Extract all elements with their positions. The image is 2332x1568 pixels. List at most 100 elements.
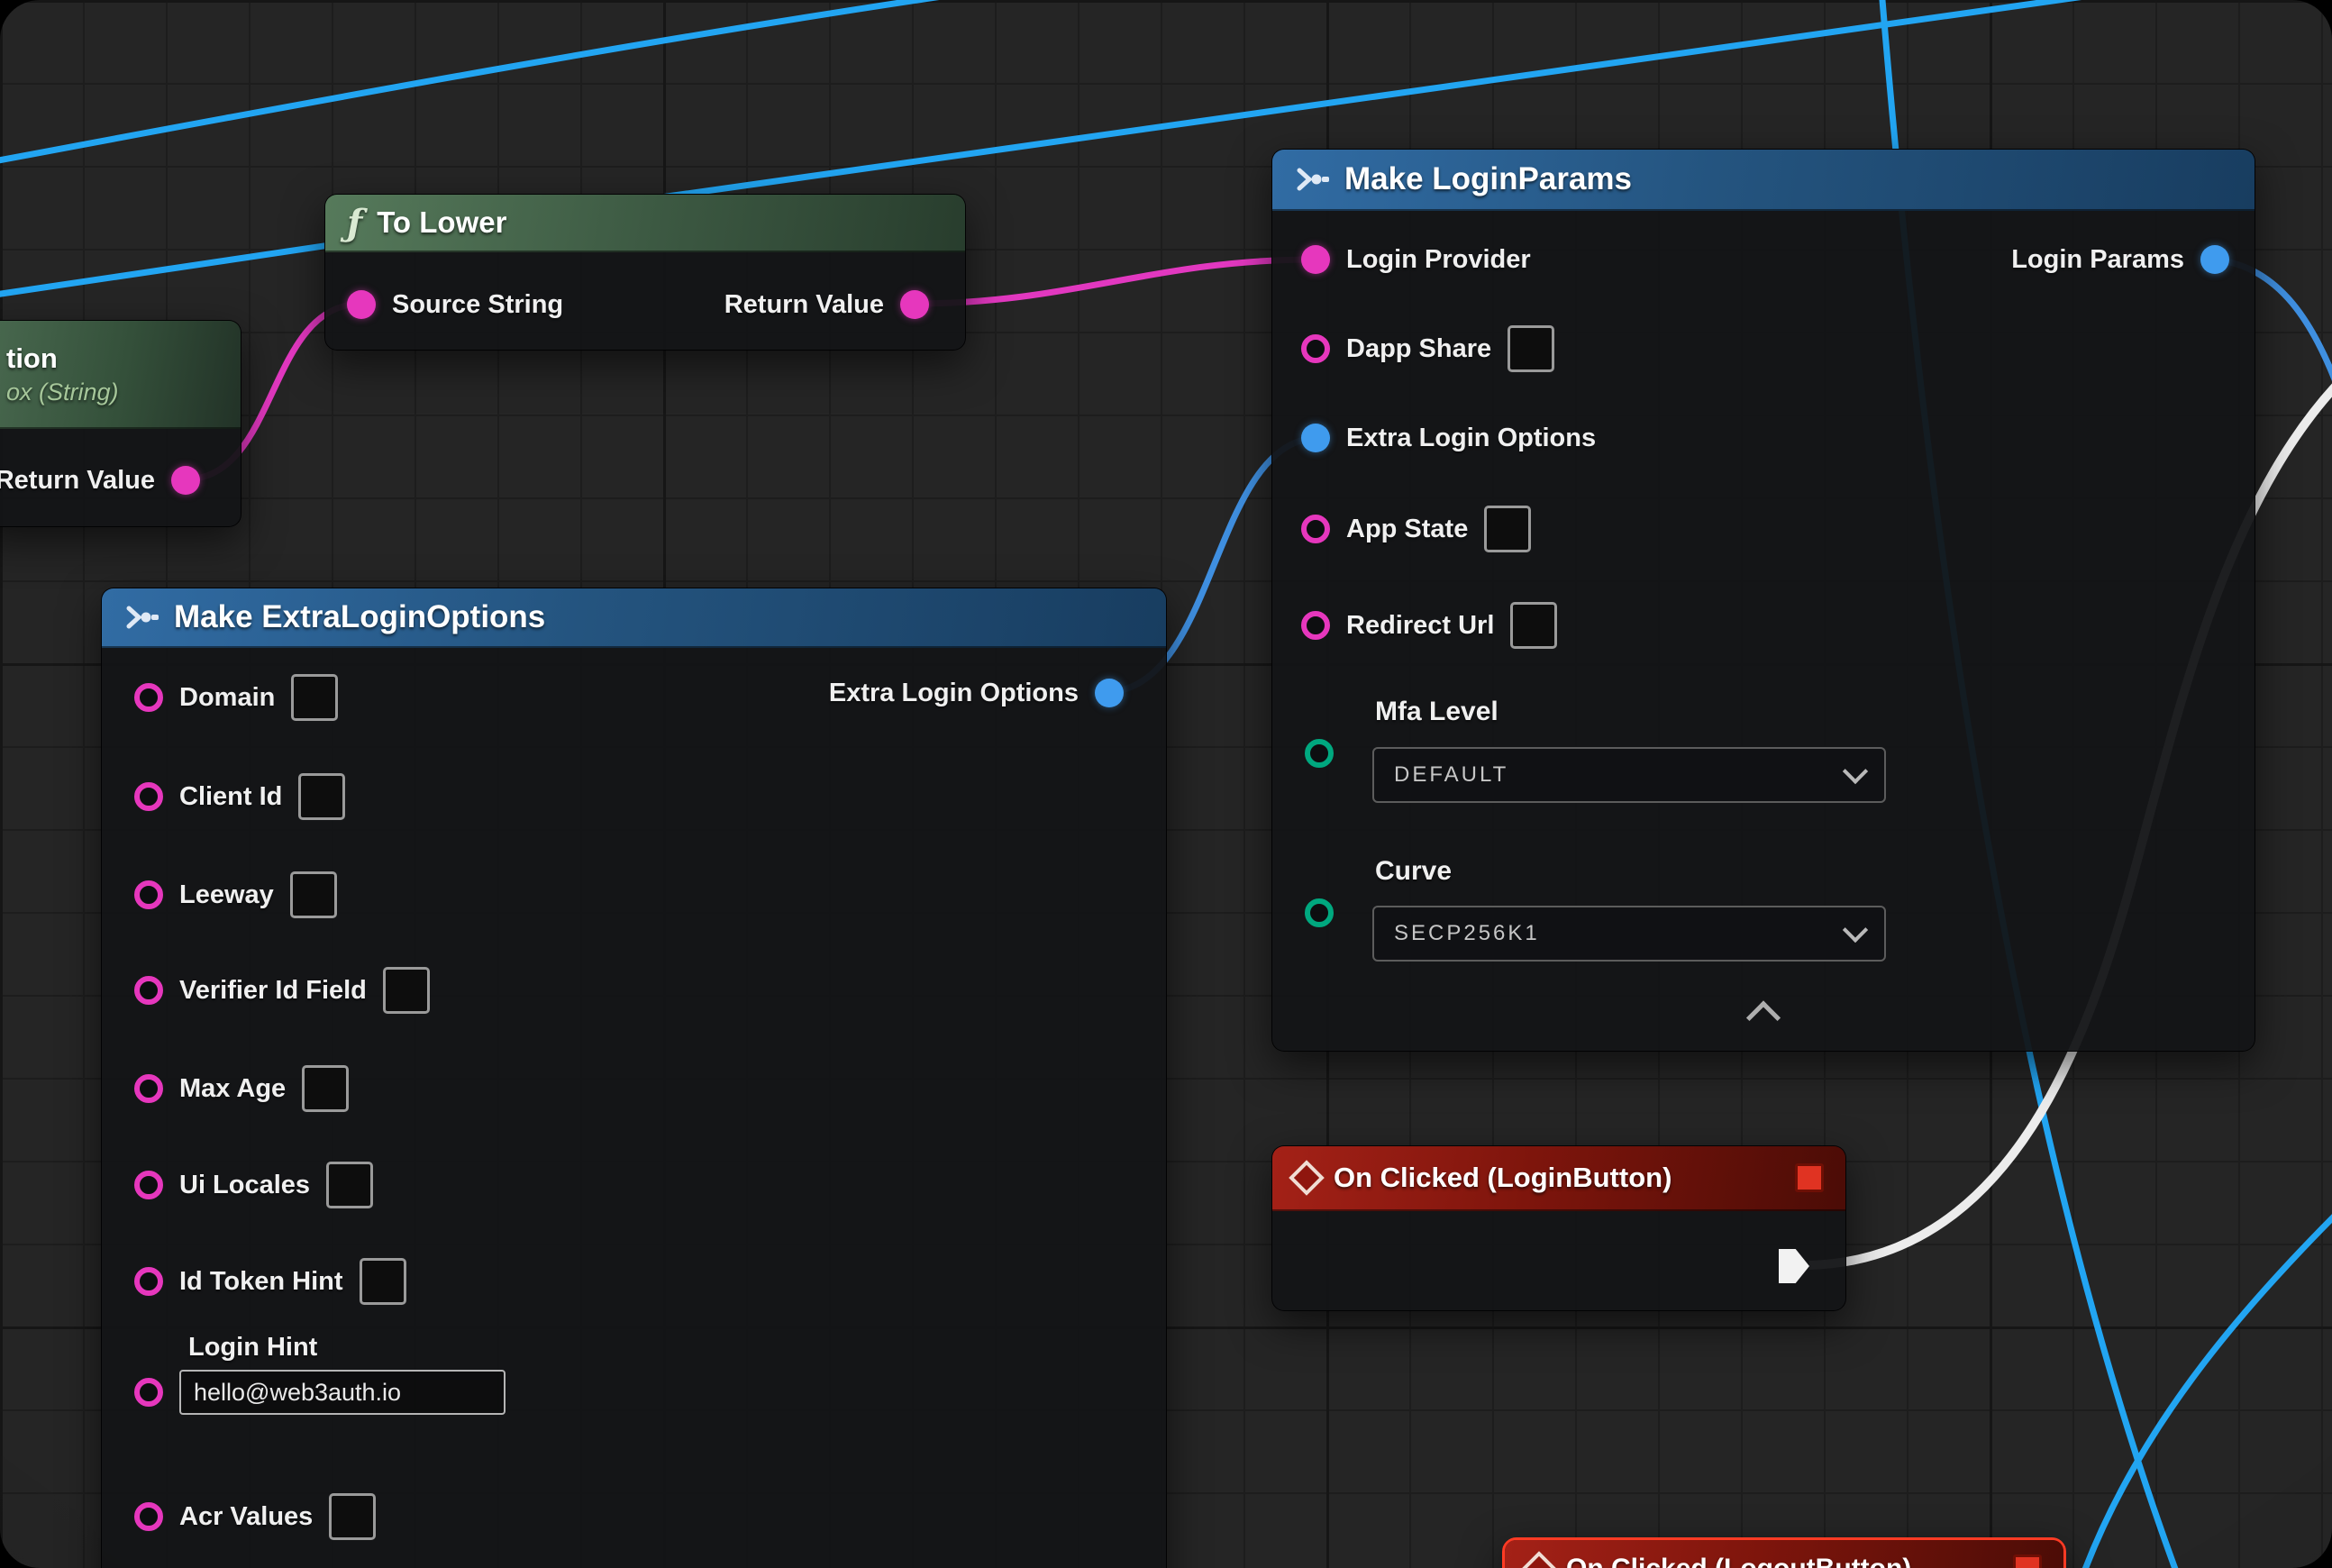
extra-login-options-output-row: Extra Login Options (829, 668, 1124, 718)
event-icon (1521, 1551, 1557, 1568)
pin-redirect-url[interactable] (1301, 611, 1330, 640)
collapse-node-button[interactable] (1752, 998, 1776, 1030)
wire-data-top-left-1[interactable] (0, 0, 991, 162)
on-clicked-login-header[interactable]: On Clicked (LoginButton) (1272, 1146, 1845, 1211)
pin-extra-login-options-out[interactable] (1095, 679, 1124, 707)
exec-pin-out[interactable] (1779, 1249, 1809, 1283)
on-clicked-logout-header[interactable]: On Clicked (LogoutButton) (1505, 1540, 2063, 1568)
pin-client-id[interactable] (134, 782, 163, 811)
pin-row-max-age: Max Age (134, 1063, 349, 1114)
id-token-hint-checkbox[interactable] (360, 1258, 406, 1305)
verifier-id-field-checkbox[interactable] (383, 967, 430, 1014)
client-id-checkbox[interactable] (298, 773, 345, 820)
pin-row-ui-locales: Ui Locales (134, 1160, 373, 1210)
acr-values-checkbox[interactable] (329, 1493, 376, 1540)
node-make-extra-login-options[interactable]: Make ExtraLoginOptions Extra Login Optio… (101, 588, 1167, 1568)
pin-label: Ui Locales (179, 1171, 310, 1200)
pin-login-provider[interactable] (1301, 245, 1330, 274)
chevron-down-icon (1843, 759, 1868, 784)
make-login-params-header[interactable]: Make LoginParams (1272, 150, 2255, 211)
pin-label: Max Age (179, 1074, 286, 1104)
redirect-url-checkbox[interactable] (1510, 602, 1557, 649)
domain-checkbox[interactable] (291, 674, 338, 721)
node-make-login-params[interactable]: Make LoginParams Login Params Login Prov… (1271, 149, 2255, 1052)
node-on-clicked-login-button[interactable]: On Clicked (LoginButton) (1271, 1145, 1846, 1311)
mfa-level-label: Mfa Level (1375, 697, 1498, 727)
source-string-row: Source String (347, 279, 563, 330)
pin-label: Client Id (179, 782, 282, 812)
node-title: tion (6, 342, 58, 375)
make-extra-login-options-header[interactable]: Make ExtraLoginOptions (102, 588, 1166, 648)
source-string-label: Source String (392, 290, 563, 320)
node-title: On Clicked (LogoutButton) (1566, 1554, 1911, 1568)
pin-extra-login-options-in[interactable] (1301, 424, 1330, 452)
mfa-level-dropdown[interactable]: DEFAULT (1372, 747, 1886, 803)
pin-row-leeway: Leeway (134, 870, 337, 920)
leeway-checkbox[interactable] (290, 871, 337, 918)
dapp-share-checkbox[interactable] (1508, 325, 1554, 372)
app-state-checkbox[interactable] (1484, 506, 1531, 552)
event-icon (1289, 1160, 1325, 1196)
pin-dapp-share[interactable] (1301, 334, 1330, 363)
node-get-text-header[interactable]: tion ox (String) (0, 321, 241, 429)
pin-max-age[interactable] (134, 1074, 163, 1103)
pin-label: Extra Login Options (1346, 424, 1596, 453)
login-hint-row (134, 1370, 506, 1415)
pin-row-redirect-url: Redirect Url (1301, 600, 1557, 651)
login-hint-label: Login Hint (188, 1333, 506, 1363)
pin-label: Verifier Id Field (179, 976, 367, 1006)
pin-mfa-level[interactable] (1305, 739, 1334, 768)
login-hint-input[interactable] (179, 1370, 506, 1415)
chevron-down-icon (1843, 917, 1868, 943)
curve-label: Curve (1375, 856, 1452, 887)
pin-domain[interactable] (134, 683, 163, 712)
node-on-clicked-logout-button[interactable]: On Clicked (LogoutButton) (1502, 1537, 2066, 1568)
pin-label: Dapp Share (1346, 334, 1491, 364)
pin-row-id-token-hint: Id Token Hint (134, 1256, 406, 1307)
pin-login-hint[interactable] (134, 1378, 163, 1407)
pin-acr-values[interactable] (134, 1502, 163, 1531)
function-icon: ƒ (347, 202, 362, 244)
pin-source-string[interactable] (347, 290, 376, 319)
wire-data-bottom-right[interactable] (2081, 1208, 2332, 1568)
node-get-text-partial[interactable]: tion ox (String) Return Value (0, 320, 241, 527)
delegate-pin[interactable] (2013, 1554, 2042, 1568)
return-value-label: Return Value (0, 466, 155, 496)
pin-label: App State (1346, 515, 1468, 544)
pin-label: Leeway (179, 880, 274, 910)
login-params-output-label: Login Params (2011, 245, 2184, 275)
pin-row-extra-login-options: Extra Login Options (1301, 413, 1596, 463)
pin-leeway[interactable] (134, 880, 163, 909)
extra-login-options-output-label: Extra Login Options (829, 679, 1079, 708)
wire-string-tolower-loginprovider[interactable] (914, 260, 1315, 304)
ui-locales-checkbox[interactable] (326, 1162, 373, 1208)
pin-row-client-id: Client Id (134, 771, 345, 822)
collapse-chevron-icon (1746, 1000, 1781, 1035)
blueprint-canvas[interactable]: tion ox (String) Return Value ƒ To Lower… (0, 0, 2332, 1568)
pin-row-app-state: App State (1301, 504, 1531, 554)
max-age-checkbox[interactable] (302, 1065, 349, 1112)
mfa-level-value: DEFAULT (1394, 762, 1508, 788)
node-to-lower[interactable]: ƒ To Lower Source String Return Value (324, 194, 966, 351)
pin-row-login-provider: Login Provider (1301, 234, 1531, 285)
return-value-row: Return Value (724, 279, 929, 330)
make-struct-icon (1294, 161, 1330, 197)
curve-dropdown[interactable]: SECP256K1 (1372, 906, 1886, 962)
curve-value: SECP256K1 (1394, 921, 1540, 946)
node-title: On Clicked (LoginButton) (1334, 1162, 1672, 1194)
pin-app-state[interactable] (1301, 515, 1330, 543)
node-title: To Lower (377, 205, 506, 240)
pin-return-value[interactable] (171, 466, 200, 495)
return-value-label: Return Value (724, 290, 884, 320)
pin-row-verifier-id-field: Verifier Id Field (134, 965, 430, 1016)
screenshot-stage: tion ox (String) Return Value ƒ To Lower… (0, 0, 2332, 1568)
to-lower-header[interactable]: ƒ To Lower (325, 195, 965, 252)
pin-return-value[interactable] (900, 290, 929, 319)
pin-ui-locales[interactable] (134, 1171, 163, 1199)
delegate-pin[interactable] (1795, 1163, 1824, 1192)
pin-curve[interactable] (1305, 898, 1334, 927)
pin-login-params-out[interactable] (2200, 245, 2229, 274)
pin-verifier-id-field[interactable] (134, 976, 163, 1005)
make-struct-icon (123, 599, 159, 635)
pin-id-token-hint[interactable] (134, 1267, 163, 1296)
